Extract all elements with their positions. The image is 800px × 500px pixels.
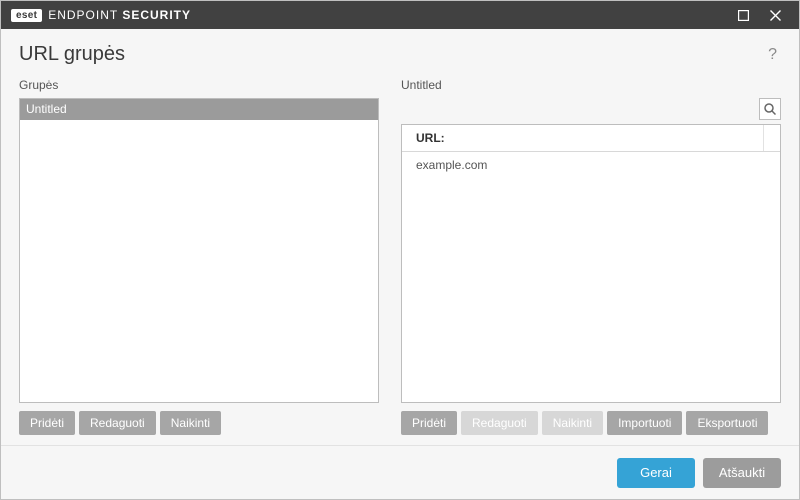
url-column-header[interactable]: URL:: [402, 125, 764, 151]
window: eset ENDPOINT SECURITY URL grupės ? Grup…: [0, 0, 800, 500]
url-table-head: URL:: [402, 125, 780, 152]
groups-delete-button[interactable]: Naikinti: [160, 411, 221, 435]
maximize-icon: [738, 10, 749, 21]
groups-edit-button[interactable]: Redaguoti: [79, 411, 156, 435]
page-title: URL grupės: [19, 43, 764, 66]
groups-label: Grupės: [19, 78, 379, 92]
urls-column: Untitled URL: example.com Pridėti Redagu…: [401, 78, 781, 435]
urls-import-button[interactable]: Importuoti: [607, 411, 682, 435]
url-table: URL: example.com: [401, 124, 781, 403]
close-icon: [770, 10, 781, 21]
urls-delete-button: Naikinti: [542, 411, 603, 435]
help-button[interactable]: ?: [764, 44, 781, 66]
groups-column: Grupės Untitled Pridėti Redaguoti Naikin…: [19, 78, 379, 435]
brand-light: ENDPOINT: [48, 8, 122, 22]
groups-list[interactable]: Untitled: [19, 98, 379, 403]
content: Grupės Untitled Pridėti Redaguoti Naikin…: [1, 78, 799, 445]
maximize-button[interactable]: [727, 1, 759, 29]
url-table-body[interactable]: example.com: [402, 152, 780, 402]
brand: eset ENDPOINT SECURITY: [11, 8, 191, 22]
footer: Gerai Atšaukti: [1, 445, 799, 499]
urls-add-button[interactable]: Pridėti: [401, 411, 457, 435]
urls-buttons: Pridėti Redaguoti Naikinti Importuoti Ek…: [401, 411, 781, 435]
cancel-button[interactable]: Atšaukti: [703, 458, 781, 488]
search-button[interactable]: [759, 98, 781, 120]
titlebar: eset ENDPOINT SECURITY: [1, 1, 799, 29]
urls-export-button[interactable]: Eksportuoti: [686, 411, 768, 435]
groups-buttons: Pridėti Redaguoti Naikinti: [19, 411, 379, 435]
url-row[interactable]: example.com: [402, 152, 780, 178]
groups-add-button[interactable]: Pridėti: [19, 411, 75, 435]
search-icon: [764, 103, 776, 115]
ok-button[interactable]: Gerai: [617, 458, 695, 488]
search-row: [401, 98, 781, 120]
header: URL grupės ?: [1, 29, 799, 78]
urls-edit-button: Redaguoti: [461, 411, 538, 435]
group-item[interactable]: Untitled: [20, 99, 378, 120]
brand-badge: eset: [11, 9, 42, 22]
brand-text: ENDPOINT SECURITY: [48, 8, 191, 22]
brand-bold: SECURITY: [122, 8, 191, 22]
urls-label: Untitled: [401, 78, 781, 92]
close-button[interactable]: [759, 1, 791, 29]
